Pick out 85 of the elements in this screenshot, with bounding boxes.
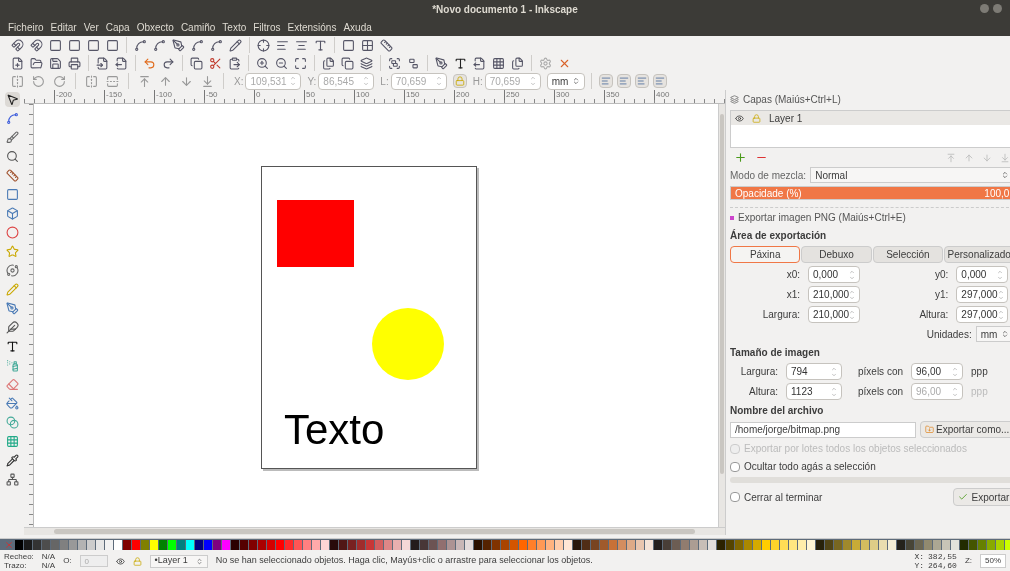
field-label: y1:	[934, 288, 949, 302]
field-label: Largura:	[761, 308, 800, 322]
area-tab[interactable]: Selección	[872, 246, 944, 263]
option-label: Cerrar al terminar	[744, 490, 824, 505]
section-heading: Área de exportación	[730, 228, 828, 243]
spin-field[interactable]: 210,000	[808, 306, 860, 323]
fill-value: N/A	[41, 552, 56, 561]
menu-item[interactable]: Ficheiro	[8, 19, 44, 35]
units-label: Unidades:	[926, 327, 972, 342]
zoom-field[interactable]: 50%	[980, 554, 1006, 568]
option-label: Ocultar todo agás a selección	[744, 460, 876, 474]
menu-item[interactable]: Filtros	[253, 19, 281, 35]
ruler-label: 250	[504, 90, 554, 100]
ruler-label: 50	[304, 90, 354, 100]
zoom-label: Z:	[964, 555, 972, 567]
menu-item[interactable]: Obxecto	[136, 19, 174, 35]
field-label: x0:	[785, 268, 800, 282]
blend-dropdown[interactable]: Normal	[810, 167, 1010, 183]
area-tab[interactable]: Debuxo	[801, 246, 872, 263]
menu-item[interactable]: Capa	[105, 19, 130, 35]
menu-item[interactable]: Editar	[50, 19, 77, 35]
y-label: Y:	[914, 561, 925, 570]
opacity-label: O:	[63, 555, 72, 567]
opacity-label: Opacidade (%)	[734, 186, 803, 201]
y-coordinate: 264,60	[928, 561, 957, 570]
dpi-label: píxels con	[858, 365, 904, 379]
canvas-text[interactable]: Texto	[284, 406, 385, 454]
dpi-unit: ppp	[971, 365, 988, 379]
menu-item[interactable]: Texto	[222, 19, 247, 35]
drawing-canvas[interactable]: Texto	[34, 104, 718, 527]
panel-title: Capas (Maiús+Ctrl+L)	[743, 93, 841, 107]
ruler-label: 150	[404, 90, 454, 100]
ruler-label: 0	[254, 90, 304, 100]
ruler-label: 300	[554, 90, 604, 100]
ruler-label: -100	[154, 90, 204, 100]
menu-item[interactable]: Extensións	[287, 19, 337, 35]
layer-dropdown[interactable]: •Layer 1	[149, 554, 208, 568]
ruler-label: 100	[354, 90, 404, 100]
status-message: No se han seleccionado objetos. Haga clic, Mayús+clic o arrastre para seleccionar los objetos.	[215, 554, 594, 568]
fill-label: Recheo:	[4, 552, 34, 561]
field-label: L:	[380, 74, 389, 89]
field-label: Largura:	[739, 365, 778, 379]
section-heading: Tamaño de imagen	[730, 346, 821, 360]
panel-title: Exportar imagen PNG (Maiús+Ctrl+E)	[738, 211, 906, 225]
spin-field[interactable]: 210,000	[808, 286, 860, 303]
spin-field[interactable]: 794	[786, 363, 842, 380]
ruler-label: -200	[54, 90, 104, 100]
field-label: y0:	[934, 268, 949, 282]
ruler-label: 350	[604, 90, 654, 100]
opacity-value: 100,0	[983, 186, 1010, 201]
menu-item[interactable]: Ver	[83, 19, 99, 35]
filename-field[interactable]: /home/jorge/bitmap.png	[730, 421, 916, 438]
export-as-button[interactable]: Exportar como...	[920, 421, 1010, 438]
window-title: *Novo documento 1 - Inkscape	[432, 2, 578, 17]
field-label: x1:	[785, 288, 800, 302]
layer-list[interactable]: Layer 1	[730, 110, 1010, 148]
blend-label: Modo de mezcla:	[730, 168, 807, 183]
units-dropdown[interactable]: mm	[975, 326, 1010, 342]
field-label: Y:	[307, 74, 317, 89]
spin-field[interactable]: 96,00	[911, 363, 964, 380]
layer-name[interactable]: Layer 1	[769, 110, 803, 126]
dpi-label: píxels con	[858, 385, 904, 399]
field-label: Altura:	[748, 385, 778, 399]
field-label: H:	[472, 74, 483, 89]
ruler-label: 400	[654, 90, 704, 100]
area-tab[interactable]: Páxina	[730, 246, 801, 263]
menu-item[interactable]: Camiño	[180, 19, 216, 35]
x-coordinate: 382,55	[928, 552, 957, 561]
ruler-label: 200	[454, 90, 504, 100]
x-label: X:	[914, 552, 925, 561]
export-button[interactable]: Exportar	[952, 488, 1010, 506]
stroke-value: N/A	[41, 561, 56, 570]
stroke-label: Trazo:	[4, 561, 28, 570]
spin-field[interactable]: 0,000	[808, 266, 860, 283]
spin-field[interactable]: 297,000	[956, 286, 1009, 303]
area-tab[interactable]: Personalizado	[944, 246, 1010, 263]
unit-dropdown[interactable]: mm	[546, 72, 586, 90]
spin-field[interactable]: 0,000	[956, 266, 1009, 283]
field-label: Altura:	[918, 308, 949, 322]
ruler-label: -150	[104, 90, 154, 100]
ruler-label: -50	[204, 90, 254, 100]
field-label: X:	[234, 74, 244, 89]
spin-field[interactable]: 297,000	[956, 306, 1009, 323]
menu-item[interactable]: Axuda	[343, 19, 372, 35]
section-heading: Nombre del archivo	[730, 404, 825, 418]
